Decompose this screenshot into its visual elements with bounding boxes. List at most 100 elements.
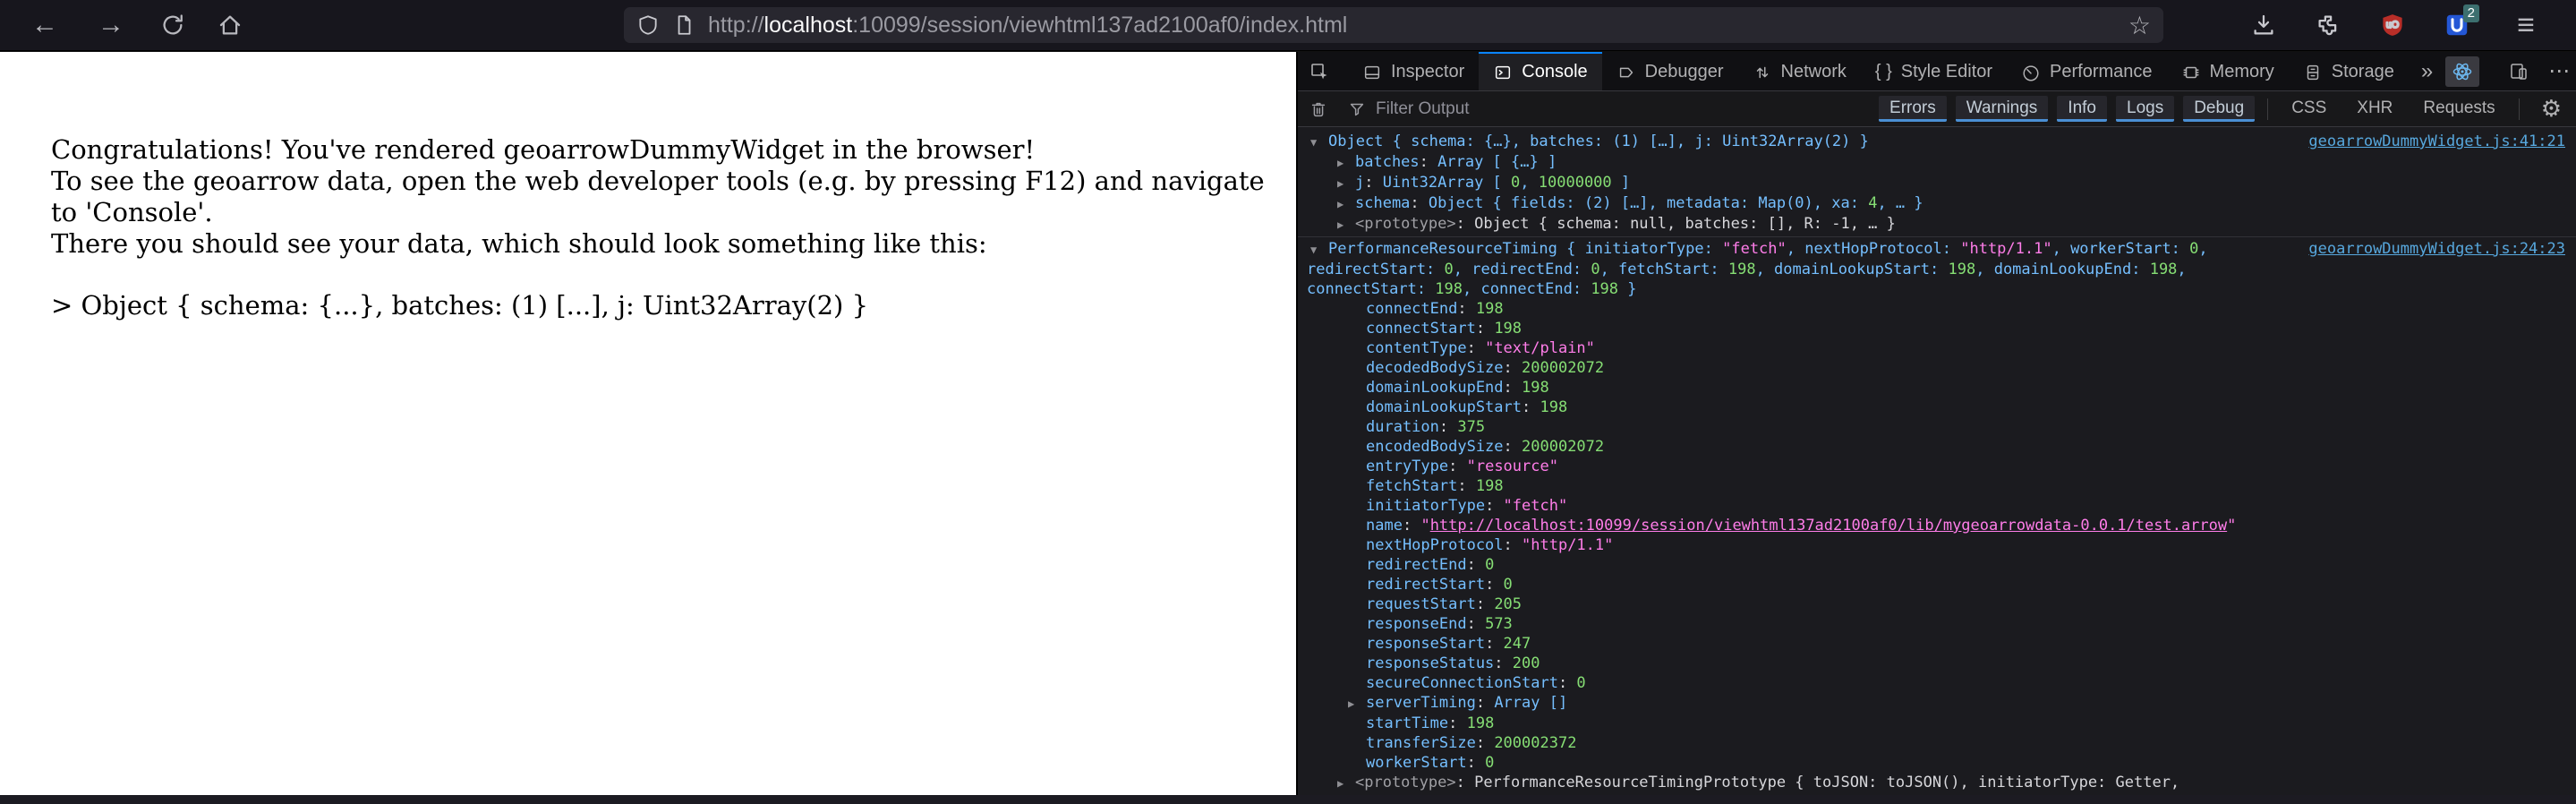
console-token: contentType: [1366, 339, 1467, 357]
console-token: 0: [2189, 240, 2199, 258]
expand-toggle-icon[interactable]: ▶: [1337, 194, 1355, 214]
tab-storage[interactable]: Storage: [2289, 52, 2409, 90]
filter-debug-button[interactable]: Debug: [2183, 96, 2256, 122]
tab-debugger[interactable]: Debugger: [1602, 52, 1738, 90]
console-token: j: [1355, 174, 1365, 192]
downloads-icon[interactable]: [2250, 12, 2277, 38]
console-token: 198: [1475, 477, 1504, 495]
console-token: ": [2227, 517, 2237, 535]
filter-errors-button[interactable]: Errors: [1879, 96, 1947, 122]
expand-toggle-icon[interactable]: ▶: [1337, 174, 1355, 193]
console-token: Array [ {…} ]: [1437, 153, 1557, 171]
url-text[interactable]: http://localhost:10099/session/viewhtml1…: [708, 13, 2120, 38]
console-token: "text/plain": [1485, 339, 1595, 357]
expand-toggle-icon[interactable]: ▶: [1337, 215, 1355, 235]
console-line: redirectEnd: 0: [1298, 555, 2576, 575]
console-token: :: [1410, 194, 1429, 212]
filter-css-button[interactable]: CSS: [2281, 96, 2337, 122]
tab-network[interactable]: Network: [1738, 52, 1861, 90]
source-location-link[interactable]: geoarrowDummyWidget.js:41:21: [2308, 132, 2565, 151]
console-token: responseEnd: [1366, 615, 1467, 633]
filter-xhr-button[interactable]: XHR: [2346, 96, 2403, 122]
console-token: batches: [1355, 153, 1420, 171]
filter-output-input[interactable]: Filter Output: [1347, 99, 1879, 119]
console-token: :: [1455, 774, 1475, 791]
expand-toggle-icon[interactable]: ▼: [1310, 240, 1328, 260]
tab-label: Storage: [2331, 62, 2394, 81]
resource-url-link[interactable]: http://localhost:10099/session/viewhtml1…: [1430, 517, 2227, 535]
console-token: 0: [1511, 174, 1521, 192]
console-settings-gear-icon[interactable]: ⚙: [2532, 95, 2576, 123]
forward-icon[interactable]: →: [93, 10, 129, 40]
expand-toggle-icon[interactable]: ▶: [1348, 694, 1366, 714]
more-tabs-chevron-icon[interactable]: »: [2409, 52, 2445, 90]
page-info-icon[interactable]: [672, 13, 695, 37]
tab-memory[interactable]: Memory: [2167, 52, 2289, 90]
devtools-panel: Inspector Console Debugger Network { } S…: [1296, 52, 2576, 795]
console-token: 10000000: [1538, 174, 1612, 192]
console-token: responseStatus: [1366, 654, 1495, 672]
console-token: ,: [2198, 240, 2208, 258]
console-token: , redirectEnd:: [1453, 261, 1591, 278]
tab-style-editor[interactable]: { } Style Editor: [1861, 52, 2007, 90]
responsive-design-mode-icon[interactable]: [2502, 56, 2536, 87]
console-token: :: [1494, 654, 1513, 672]
console-token: 198: [1475, 300, 1504, 318]
tab-performance[interactable]: Performance: [2007, 52, 2167, 90]
console-line: requestStart: 205: [1298, 594, 2576, 614]
storage-icon: [2307, 64, 2319, 80]
expand-toggle-icon[interactable]: ▶: [1337, 774, 1355, 793]
back-icon[interactable]: ←: [27, 10, 63, 40]
tab-inspector[interactable]: Inspector: [1348, 52, 1479, 90]
console-token: :: [1466, 615, 1486, 633]
devtools-meatball-menu-icon[interactable]: ⋯: [2543, 58, 2575, 84]
toolbar-right-icons: uO 2 ≡: [2250, 4, 2576, 43]
menu-hamburger-icon[interactable]: ≡: [2508, 8, 2544, 43]
extensions-puzzle-icon[interactable]: [2315, 12, 2341, 38]
expand-toggle-icon[interactable]: ▶: [1337, 153, 1355, 173]
tracking-shield-icon[interactable]: [636, 13, 660, 37]
bookmark-star-icon[interactable]: ☆: [2128, 11, 2151, 40]
filter-logs-button[interactable]: Logs: [2116, 96, 2175, 122]
console-token: :: [1485, 635, 1504, 653]
console-line: contentType: "text/plain": [1298, 338, 2576, 358]
filter-placeholder: Filter Output: [1376, 98, 1470, 118]
console-token: :: [1402, 517, 1421, 535]
tab-label: Performance: [2050, 62, 2153, 81]
url-bar[interactable]: http://localhost:10099/session/viewhtml1…: [624, 7, 2163, 43]
ublock-origin-icon[interactable]: uO: [2379, 12, 2406, 38]
home-icon[interactable]: [217, 12, 243, 38]
nav-buttons: ← →: [0, 10, 270, 40]
console-token: 0: [1503, 576, 1513, 594]
console-log-entry: ▼ Object { schema: {…}, batches: (1) […],…: [1298, 132, 2576, 235]
pick-element-icon[interactable]: [1298, 52, 1341, 90]
console-token: ]: [1611, 174, 1631, 192]
console-token: :: [1503, 536, 1523, 554]
console-token: workerStart: [1366, 754, 1467, 772]
console-token: 198: [1727, 261, 1756, 278]
tab-console[interactable]: Console: [1479, 52, 1602, 90]
console-token: :: [1364, 174, 1383, 192]
reload-icon[interactable]: [159, 12, 186, 38]
extension-badge: 2: [2462, 4, 2479, 22]
console-token: connectStart:: [1307, 280, 1436, 298]
console-token: <prototype>: [1355, 774, 1456, 791]
filter-warnings-button[interactable]: Warnings: [1955, 96, 2049, 122]
expand-toggle-icon[interactable]: ▼: [1310, 133, 1328, 152]
console-token: 198: [1466, 714, 1495, 732]
password-vault-icon[interactable]: 2: [2444, 4, 2479, 38]
console-token: name: [1366, 517, 1403, 535]
network-icon: [1756, 66, 1768, 78]
clear-console-trash-icon[interactable]: [1298, 99, 1339, 119]
console-line: connectStart: 198, connectEnd: 198 }: [1298, 279, 2576, 299]
extension-devtools-atom-icon[interactable]: [2445, 56, 2480, 87]
filter-info-button[interactable]: Info: [2057, 96, 2107, 122]
console-token: "fetch": [1722, 240, 1787, 258]
source-location-link[interactable]: geoarrowDummyWidget.js:24:23: [2308, 239, 2565, 259]
console-token: fetchStart: [1366, 477, 1458, 495]
console-token: :: [1503, 359, 1523, 377]
console-output[interactable]: ▼ Object { schema: {…}, batches: (1) […],…: [1298, 127, 2576, 795]
console-token: secureConnectionStart: [1366, 674, 1558, 692]
filter-requests-button[interactable]: Requests: [2412, 96, 2505, 122]
console-line: ▶ <prototype>: Object { schema: null, bat…: [1298, 214, 2576, 235]
